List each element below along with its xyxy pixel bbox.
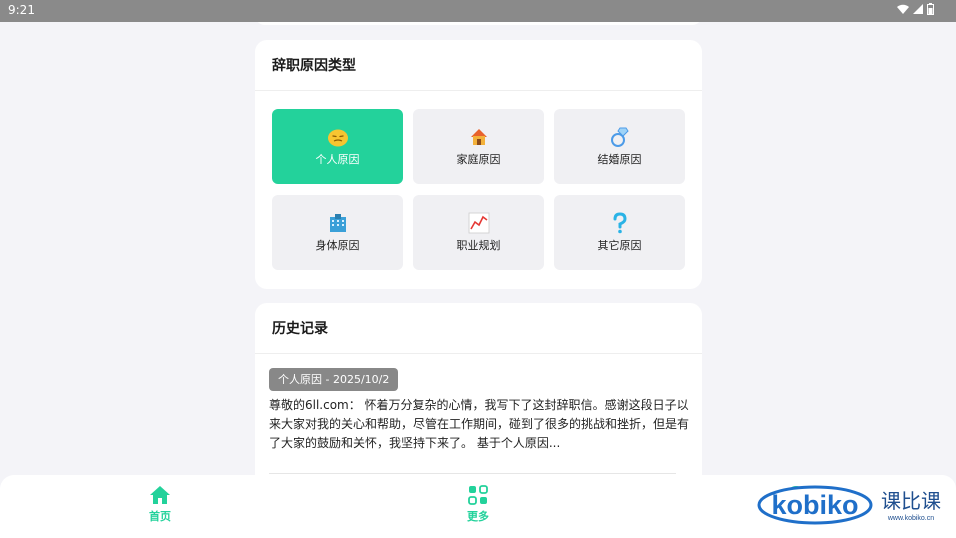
svg-text:www.kobiko.cn: www.kobiko.cn — [887, 515, 934, 522]
wifi-icon — [897, 4, 909, 14]
history-entry[interactable]: 个人原因 - 2025/10/2 尊敬的6ll.com： 怀着万分复杂的心情，我… — [255, 0, 702, 538]
home-icon — [150, 486, 170, 504]
signal-icon — [913, 4, 923, 14]
kobiko-watermark: kobiko 课比课 www.kobiko.cn — [757, 484, 951, 526]
nav-label: 更多 — [467, 510, 489, 523]
status-time: 9:21 — [8, 3, 35, 17]
history-tag: 个人原因 - 2025/10/2 — [269, 368, 399, 391]
divider — [269, 473, 676, 474]
nav-more[interactable]: 更多 — [448, 485, 508, 524]
nav-label: 首页 — [149, 510, 171, 523]
status-bar: 9:21 — [0, 0, 956, 22]
history-text: 尊敬的6ll.com： 怀着万分复杂的心情，我写下了这封辞职信。感谢这段日子以来… — [269, 398, 690, 450]
svg-text:课比课: 课比课 — [881, 489, 941, 513]
nav-home[interactable]: 首页 — [130, 485, 190, 524]
app-screen: 9:21 辞职原因类型 个人原因 家庭原因 结婚原因 身体原因 职业规划 其它原… — [0, 0, 956, 538]
status-icons — [897, 3, 934, 15]
battery-icon — [927, 3, 934, 15]
svg-text:kobiko: kobiko — [771, 490, 858, 520]
more-apps-icon — [468, 485, 488, 505]
